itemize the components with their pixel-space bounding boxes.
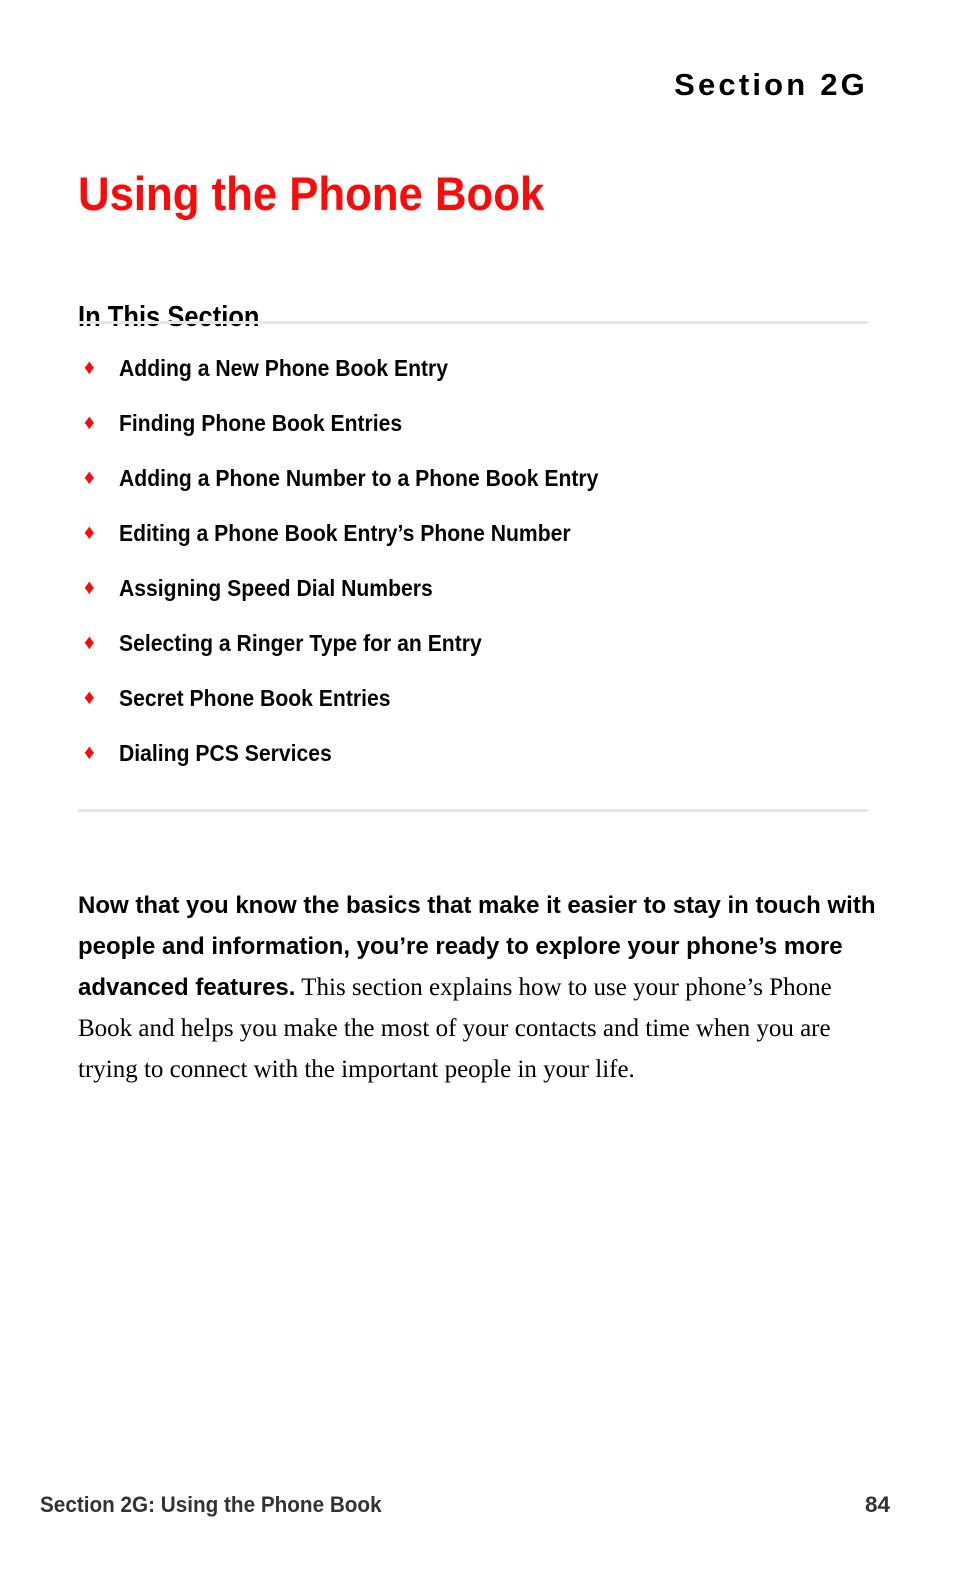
list-item-label: Adding a New Phone Book Entry <box>119 355 449 381</box>
list-item[interactable]: ♦ Assigning Speed Dial Numbers <box>78 570 878 625</box>
diamond-bullet-icon: ♦ <box>84 686 95 709</box>
list-item-label: Finding Phone Book Entries <box>119 410 403 436</box>
diamond-bullet-icon: ♦ <box>84 741 95 764</box>
list-item-label: Adding a Phone Number to a Phone Book En… <box>119 465 599 491</box>
page-title: Using the Phone Book <box>78 167 545 221</box>
list-item[interactable]: ♦ Finding Phone Book Entries <box>78 405 878 460</box>
section-header: Section 2G <box>674 67 868 102</box>
list-item-label: Selecting a Ringer Type for an Entry <box>119 630 482 656</box>
list-item[interactable]: ♦ Adding a Phone Number to a Phone Book … <box>78 460 878 515</box>
footer-section-label: Section 2G: Using the Phone Book <box>40 1492 382 1517</box>
list-item[interactable]: ♦ Secret Phone Book Entries <box>78 680 878 735</box>
diamond-bullet-icon: ♦ <box>84 411 95 434</box>
diamond-bullet-icon: ♦ <box>84 576 95 599</box>
list-item[interactable]: ♦ Selecting a Ringer Type for an Entry <box>78 625 878 680</box>
list-item-label: Secret Phone Book Entries <box>119 685 391 711</box>
list-item[interactable]: ♦ Adding a New Phone Book Entry <box>78 350 878 405</box>
diamond-bullet-icon: ♦ <box>84 356 95 379</box>
list-item-label: Editing a Phone Book Entry’s Phone Numbe… <box>119 520 571 546</box>
in-this-section-heading: In This Section <box>78 301 260 334</box>
intro-paragraph: Now that you know the basics that make i… <box>78 887 878 1092</box>
diamond-bullet-icon: ♦ <box>84 521 95 544</box>
diamond-bullet-icon: ♦ <box>84 631 95 654</box>
divider-bottom <box>78 809 868 812</box>
list-item-label: Dialing PCS Services <box>119 740 332 766</box>
footer-page-number: 84 <box>864 1492 890 1517</box>
in-this-section-list: ♦ Adding a New Phone Book Entry ♦ Findin… <box>78 350 878 790</box>
list-item-label: Assigning Speed Dial Numbers <box>119 575 433 601</box>
document-page: Section 2G Using the Phone Book In This … <box>0 0 954 1590</box>
divider-top <box>78 321 868 324</box>
page-footer: Section 2G: Using the Phone Book 84 <box>40 1492 890 1518</box>
diamond-bullet-icon: ♦ <box>84 466 95 489</box>
list-item[interactable]: ♦ Editing a Phone Book Entry’s Phone Num… <box>78 515 878 570</box>
list-item[interactable]: ♦ Dialing PCS Services <box>78 735 878 790</box>
